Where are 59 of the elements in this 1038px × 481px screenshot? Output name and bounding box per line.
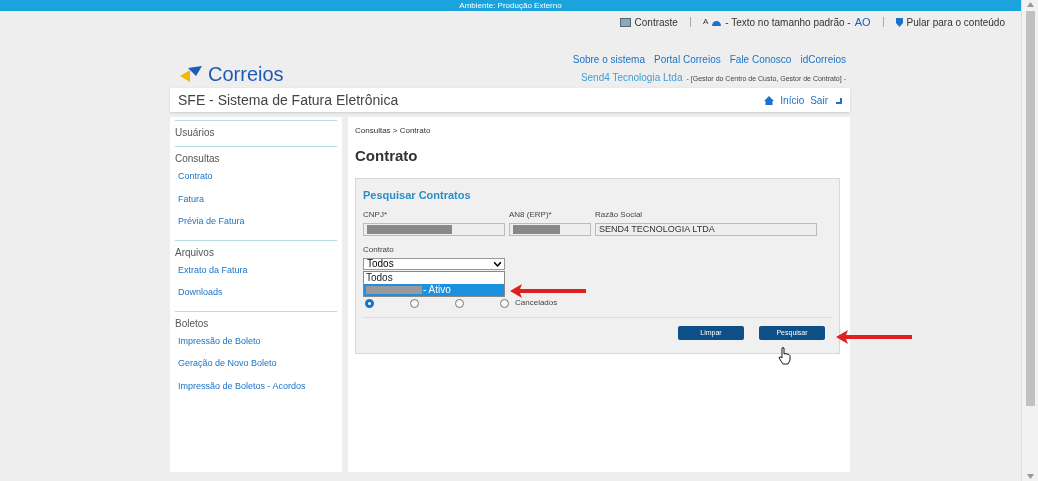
field-label: CNPJ* [363,209,388,221]
sidebar-item[interactable]: Impressão de Boleto [178,334,261,348]
skip-link[interactable]: Pular para o conteúdo [906,14,1005,30]
scroll-up-icon[interactable] [1026,2,1034,7]
radio-label: Cancelados [515,297,558,309]
sidebar-item[interactable]: Extrato da Fatura [178,263,248,277]
sidebar-item[interactable]: Downloads [178,286,223,300]
nav-link[interactable]: Início [780,92,805,108]
scroll-down-icon[interactable] [1026,474,1034,479]
arrow-icon [834,328,914,345]
field-label: AN8 (ERP)* [509,209,553,221]
redaction-bar [366,285,422,294]
environment-bar: Ambiente: Produção Externo [0,0,1021,11]
radio-button[interactable] [410,298,419,308]
sidebar-section[interactable]: Usuários [175,125,337,140]
reset-icon [712,18,722,26]
chevron-icon [494,261,501,267]
header-link[interactable]: Sobre o sistema [572,52,645,67]
dropdown-option[interactable]: - Ativo [364,283,504,296]
form-title: Pesquisar Contratos [363,187,472,203]
company-name: Send4 Tecnologia Ltda [580,71,683,85]
radio-button[interactable] [455,298,464,308]
contrast-link[interactable]: Contraste [634,14,678,30]
font-increase-link[interactable]: AO [854,13,871,31]
page-title: Contrato [355,146,419,166]
radio-button[interactable] [500,298,509,308]
sidebar-item[interactable]: Geração de Novo Boleto [178,357,277,371]
header-link[interactable]: idCorreios [800,52,846,67]
sidebar-item[interactable]: Impressão de Boletos - Acordos [178,379,306,393]
breadcrumb: Consultas > Contrato [355,125,432,137]
sidebar-section[interactable]: Arquivos [175,244,337,260]
font-decrease-link[interactable]: A [702,16,709,28]
hand-cursor-icon [778,346,792,365]
nav-link[interactable]: Sair [810,92,828,108]
shield-icon [895,17,903,27]
contract-select[interactable]: Todos [363,258,505,270]
input-field[interactable] [363,223,505,236]
logo-icon [180,64,204,84]
exit-arrow-icon [834,96,842,104]
header-link[interactable]: Portal Correios [654,52,721,67]
sidebar-item[interactable]: Contrato [178,170,213,184]
sidebar-item[interactable]: Prévia de Fatura [178,215,245,229]
field-label: Contrato [363,244,394,256]
arrow-icon [508,282,588,299]
input-field[interactable] [509,223,591,236]
field-label: Razão Social [595,209,644,221]
contrast-icon [619,17,631,27]
redaction-bar [513,225,560,234]
sidebar-section[interactable]: Consultas [175,151,337,166]
sidebar-section[interactable]: Boletos [175,315,337,331]
logo-text: Correios [208,63,284,85]
dropdown-option[interactable]: Todos [364,271,504,284]
font-size-label: - Texto no tamanho padrão - [725,15,851,30]
input-field[interactable]: SEND4 TECNOLOGIA LTDA [595,223,817,236]
sidebar-item[interactable]: Fatura [178,192,204,206]
app-title: SFE - Sistema de Fatura Eletrônica [178,90,399,110]
home-icon [764,95,775,105]
header-link[interactable]: Fale Conosco [729,52,792,67]
scroll-thumb[interactable] [1025,11,1035,406]
